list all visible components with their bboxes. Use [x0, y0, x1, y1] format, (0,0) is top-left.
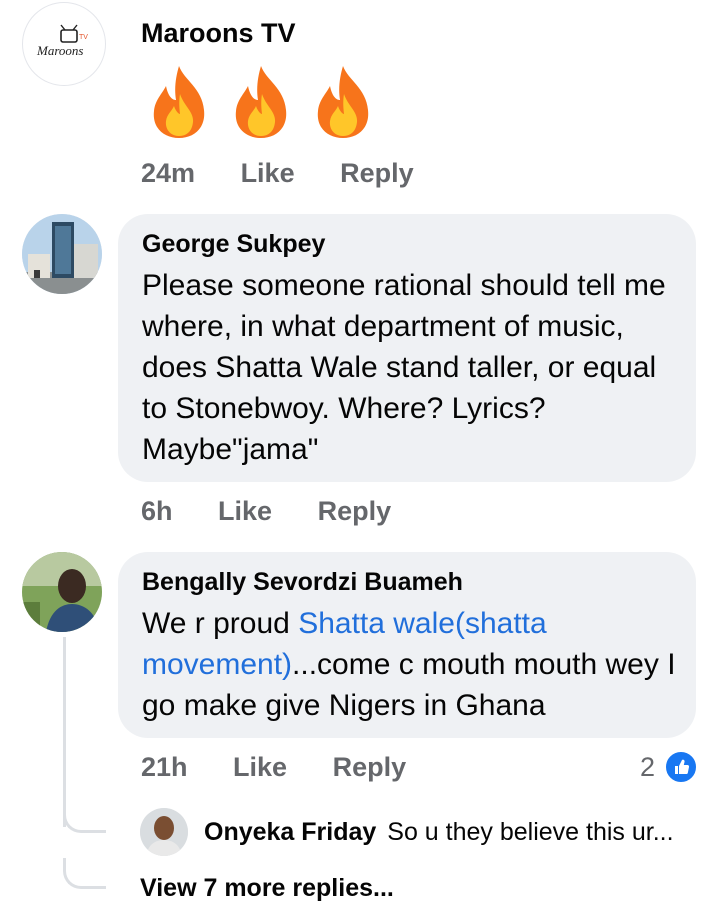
timestamp[interactable]: 21h	[141, 752, 188, 783]
fire-emoji-icon	[153, 66, 205, 138]
comment-bubble: Bengally Sevordzi Buameh We r proud Shat…	[118, 552, 696, 738]
comment-author[interactable]: George Sukpey	[142, 230, 696, 259]
reaction-count[interactable]: 2	[640, 752, 655, 783]
like-icon[interactable]	[664, 750, 698, 784]
timestamp[interactable]: 24m	[141, 158, 195, 189]
fire-emoji-icon	[317, 66, 369, 138]
reply-button[interactable]: Reply	[333, 752, 407, 783]
comment-actions: 21h Like Reply	[141, 752, 406, 783]
comment-actions: 6h Like Reply	[141, 496, 391, 527]
comment-author[interactable]: Maroons TV	[141, 18, 296, 49]
reply-author[interactable]: Onyeka Friday	[204, 818, 376, 846]
reply-text: So u they believe this ur...	[387, 818, 674, 846]
avatar-onyeka-friday[interactable]	[140, 808, 188, 856]
svg-text:Maroons: Maroons	[36, 43, 83, 58]
comment-bubble: George Sukpey Please someone rational sh…	[118, 214, 696, 482]
reply-button[interactable]: Reply	[318, 496, 392, 527]
maroons-tv-logo: TV Maroons	[36, 24, 88, 58]
thread-line	[63, 637, 66, 827]
comment-author[interactable]: Bengally Sevordzi Buameh	[142, 568, 696, 597]
comment-actions: 24m Like Reply	[141, 158, 414, 189]
like-button[interactable]: Like	[241, 158, 295, 189]
timestamp[interactable]: 6h	[141, 496, 173, 527]
avatar-photo	[22, 552, 102, 632]
comment-text: Please someone rational should tell me w…	[142, 269, 666, 466]
avatar-bengally-sevordzi-buameh[interactable]	[22, 552, 102, 632]
like-button[interactable]: Like	[218, 496, 272, 527]
thread-connector	[63, 858, 106, 889]
avatar-george-sukpey[interactable]	[22, 214, 102, 294]
view-more-replies-link[interactable]: View 7 more replies...	[140, 874, 394, 903]
svg-text:TV: TV	[79, 34, 88, 41]
like-button[interactable]: Like	[233, 752, 287, 783]
comment-text-start: We r proud	[142, 607, 299, 640]
avatar-photo	[22, 214, 102, 294]
comment-text: We r proud Shatta wale(shatta movement).…	[142, 603, 676, 726]
thumbs-up-icon	[675, 759, 690, 774]
avatar-maroons-tv[interactable]: TV Maroons	[22, 2, 106, 86]
fire-emoji-icon	[235, 66, 287, 138]
thread-connector	[63, 800, 106, 833]
reply-button[interactable]: Reply	[340, 158, 414, 189]
avatar-photo	[140, 808, 188, 856]
reply-preview[interactable]: Onyeka Friday So u they believe this ur.…	[204, 818, 674, 847]
